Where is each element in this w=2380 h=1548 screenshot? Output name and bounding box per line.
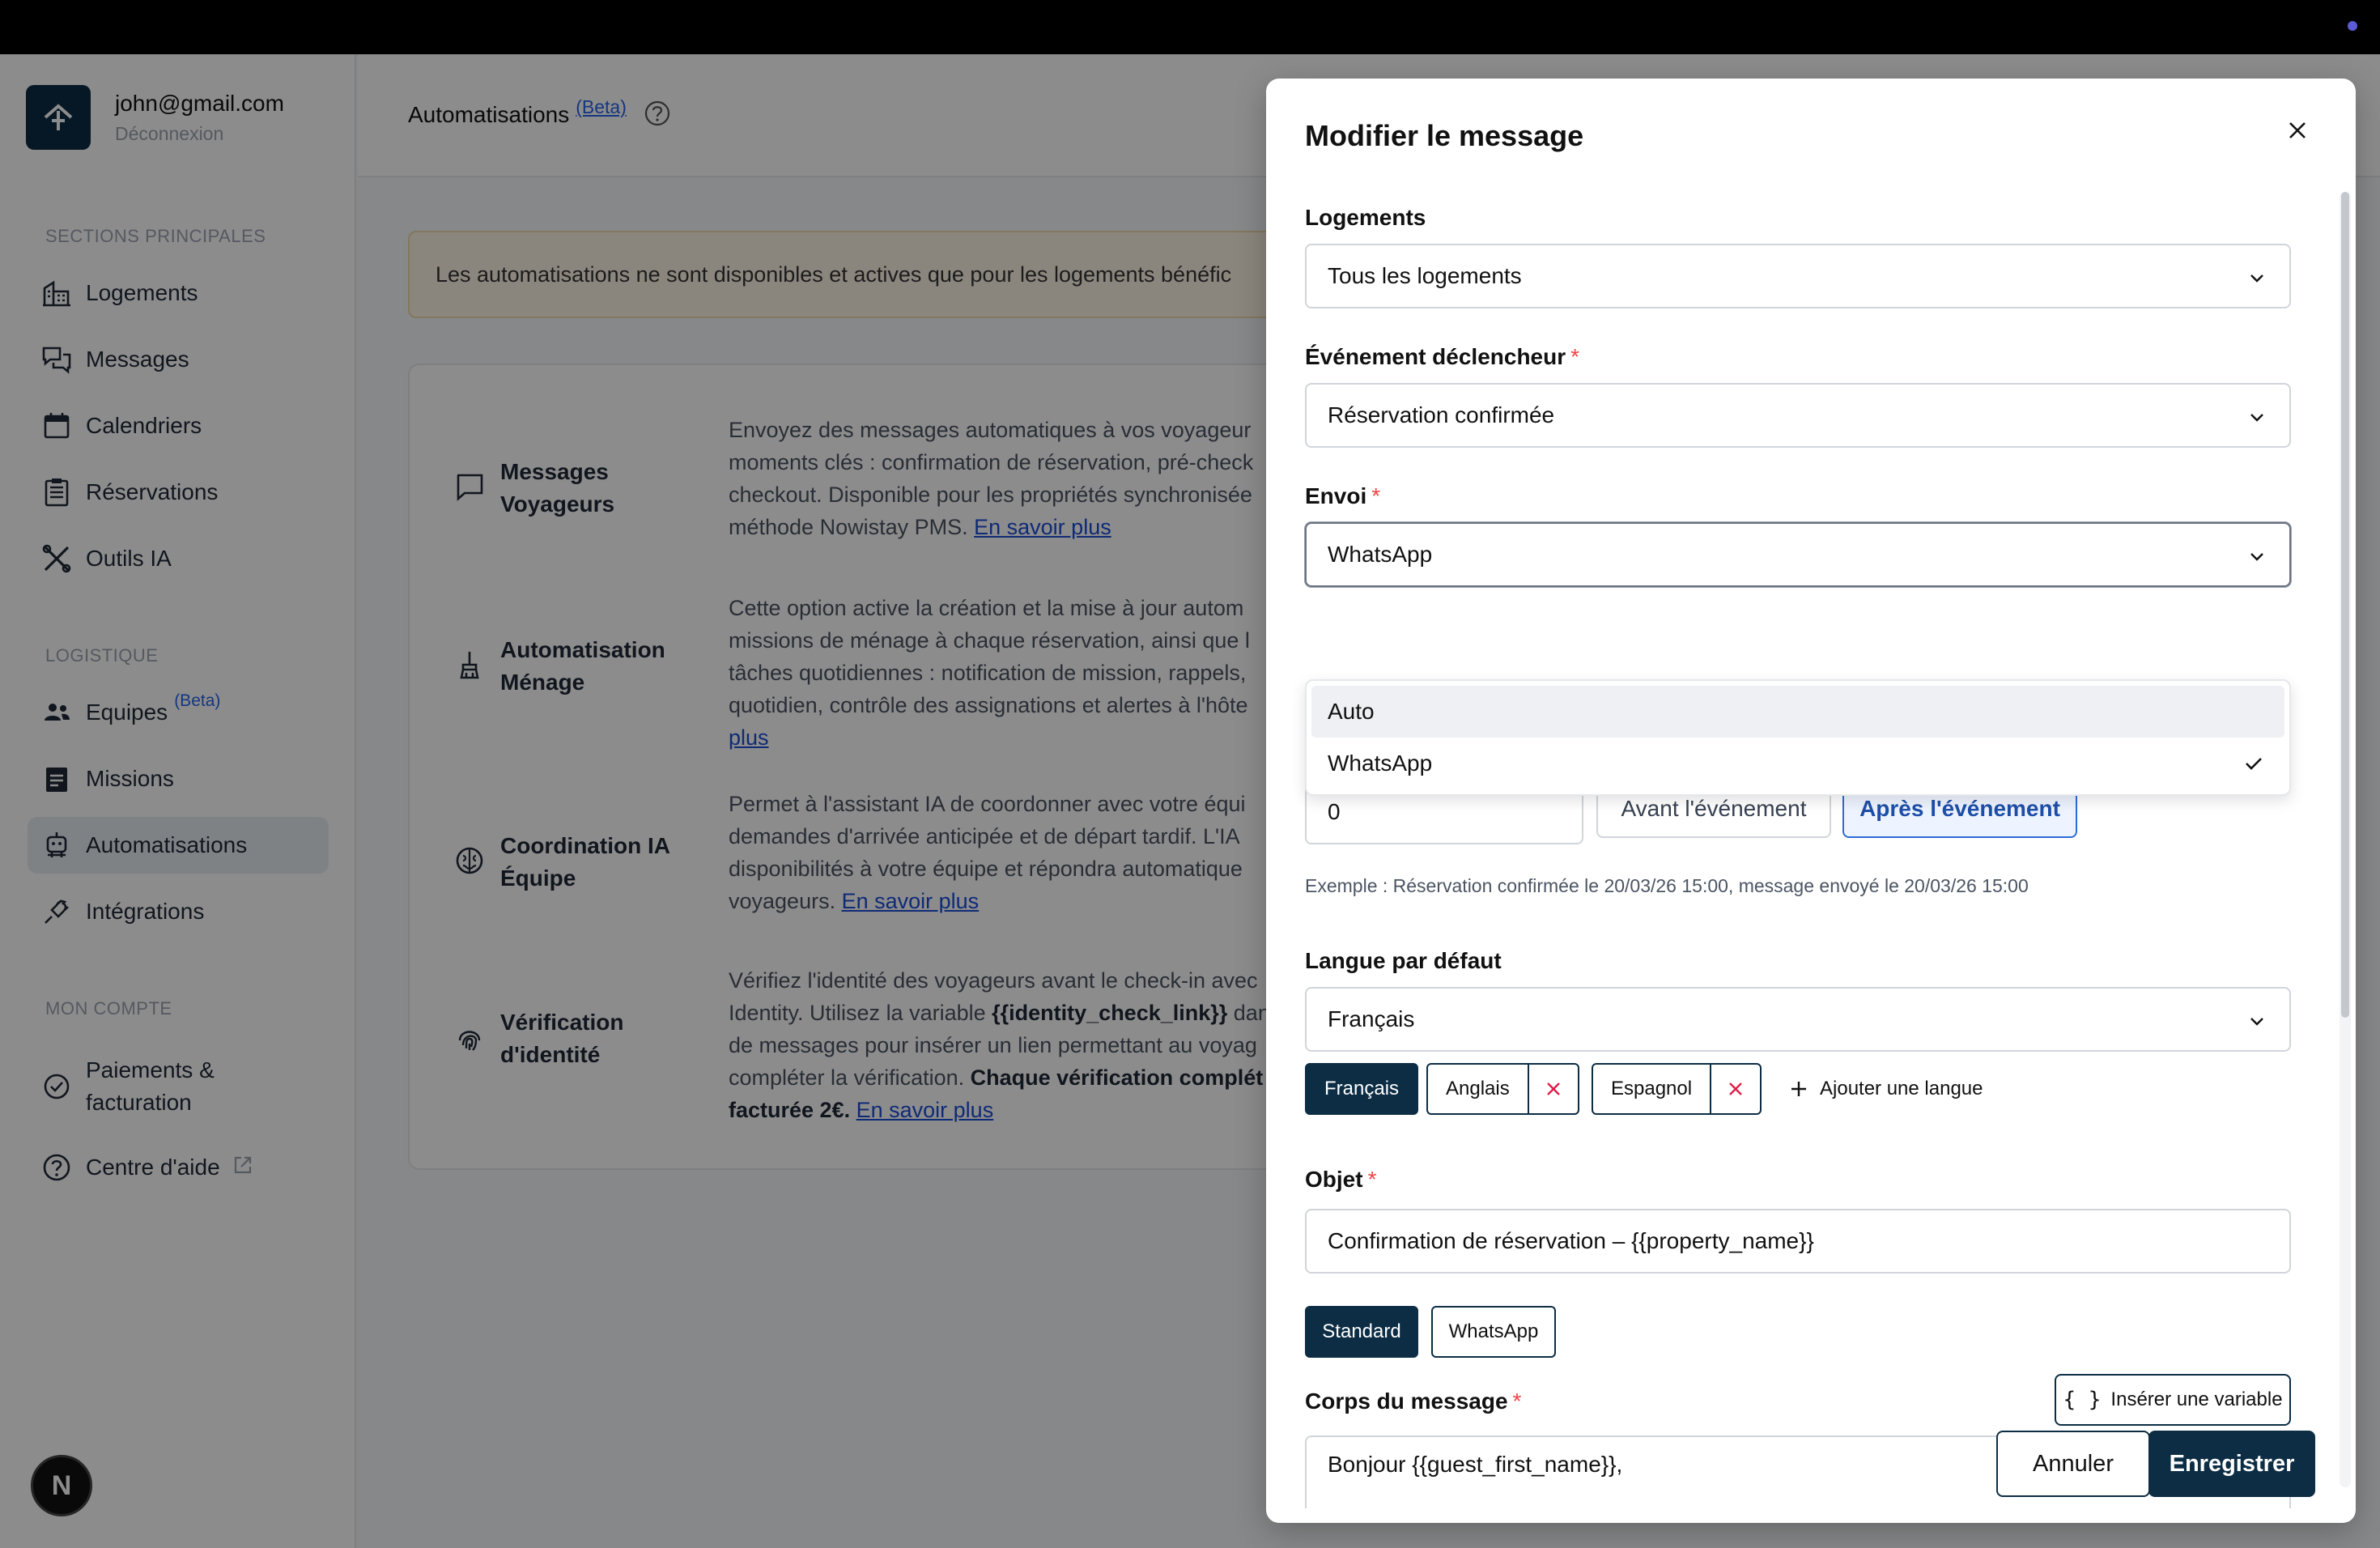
logements-select[interactable]: Tous les logements (1305, 244, 2291, 308)
chevron-down-icon (2250, 553, 2263, 561)
option-label: Auto (1328, 699, 1375, 724)
language-chip-francais[interactable]: Français (1305, 1063, 1419, 1115)
format-tab-whatsapp[interactable]: WhatsApp (1431, 1306, 1556, 1358)
modal-scrollbar[interactable] (2340, 192, 2351, 1487)
format-tab-standard[interactable]: Standard (1305, 1306, 1418, 1358)
chevron-down-icon (2250, 274, 2263, 283)
modal-title: Modifier le message (1305, 119, 1584, 152)
event-select[interactable]: Réservation confirmée (1305, 383, 2291, 448)
insert-variable-label: Insérer une variable (2110, 1389, 2283, 1410)
edit-message-modal: Modifier le message Logements Tous les l… (1266, 79, 2356, 1523)
dropdown-option-whatsapp[interactable]: WhatsApp (1311, 738, 2284, 789)
message-body-text: Bonjour {{guest_first_name}}, (1328, 1452, 1623, 1477)
remove-language-button[interactable] (1527, 1065, 1578, 1113)
close-button[interactable] (2278, 111, 2317, 150)
required-marker: * (1367, 1167, 1377, 1192)
chevron-down-icon (2250, 414, 2263, 422)
event-label-text: Événement déclencheur (1305, 344, 1566, 369)
event-value: Réservation confirmée (1328, 402, 1555, 427)
objet-input[interactable]: Confirmation de réservation – {{property… (1305, 1209, 2291, 1274)
chevron-down-icon (2250, 1018, 2263, 1026)
save-button[interactable]: Enregistrer (2148, 1431, 2315, 1497)
objet-label-text: Objet (1305, 1167, 1363, 1192)
chip-label: Espagnol (1611, 1078, 1693, 1099)
required-marker: * (1512, 1389, 1522, 1414)
insert-variable-button[interactable]: { } Insérer une variable (2055, 1374, 2291, 1426)
close-icon (2289, 122, 2306, 138)
logements-label: Logements (1305, 205, 1426, 230)
langue-label: Langue par défaut (1305, 948, 1502, 973)
language-chip-anglais[interactable]: Anglais (1426, 1063, 1579, 1115)
chip-label: Français (1324, 1078, 1400, 1099)
check-icon (2246, 758, 2262, 770)
plus-icon (1791, 1082, 1806, 1096)
cancel-button[interactable]: Annuler (1996, 1431, 2150, 1497)
timing-example: Exemple : Réservation confirmée le 20/03… (1305, 875, 2029, 896)
language-chip-espagnol[interactable]: Espagnol (1592, 1063, 1762, 1115)
event-label: Événement déclencheur * (1305, 344, 1579, 370)
close-icon (1546, 1082, 1560, 1095)
app: john@gmail.com Déconnexion SECTIONS PRIN… (0, 54, 2380, 1548)
objet-label: Objet * (1305, 1167, 1376, 1193)
required-marker: * (1570, 344, 1580, 369)
envoi-label: Envoi * (1305, 483, 1380, 509)
body-label-text: Corps du message (1305, 1389, 1508, 1414)
chip-label: Anglais (1446, 1078, 1510, 1099)
add-language-label: Ajouter une langue (1820, 1078, 1983, 1099)
langue-select[interactable]: Français (1305, 987, 2291, 1052)
envoi-dropdown: Auto WhatsApp (1305, 679, 2291, 796)
os-top-bar (0, 0, 2380, 54)
envoi-value: WhatsApp (1328, 542, 1433, 567)
add-language-button[interactable]: Ajouter une langue (1789, 1063, 1983, 1115)
option-label: WhatsApp (1328, 751, 1433, 776)
status-dot (2348, 21, 2357, 31)
envoi-label-text: Envoi (1305, 483, 1367, 508)
langue-value: Français (1328, 1006, 1415, 1031)
scrollbar-thumb[interactable] (2341, 192, 2349, 1018)
envoi-select[interactable]: WhatsApp (1305, 522, 2291, 587)
braces-icon: { } (2063, 1388, 2102, 1412)
close-icon (1729, 1082, 1742, 1095)
dropdown-option-auto[interactable]: Auto (1311, 686, 2284, 738)
logements-value: Tous les logements (1328, 263, 1522, 288)
remove-language-button[interactable] (1710, 1065, 1760, 1113)
body-label: Corps du message * (1305, 1389, 1521, 1414)
required-marker: * (1371, 483, 1381, 508)
